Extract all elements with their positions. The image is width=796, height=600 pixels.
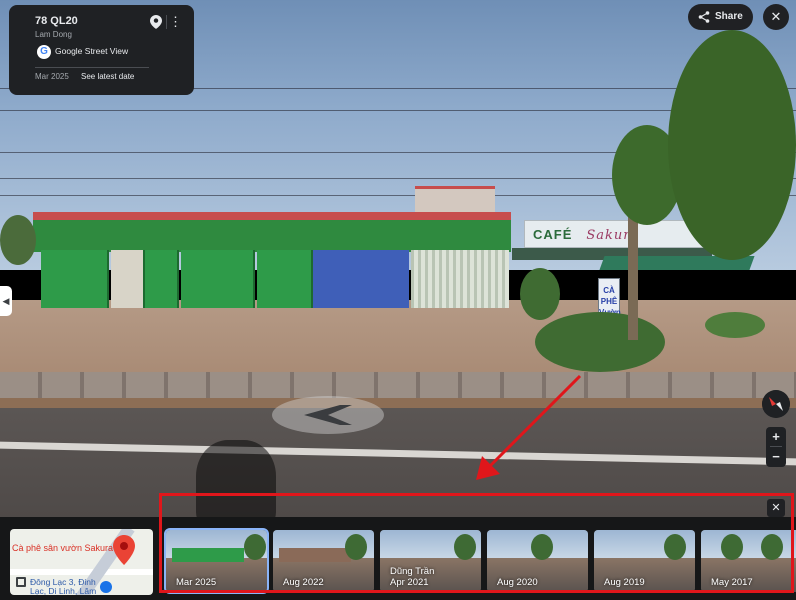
curb [0, 372, 796, 400]
annotation-arrow [476, 374, 582, 480]
tree-crown [0, 215, 36, 265]
minimap-address: Đông Lạc 3, Đinh Lạc, Di Linh, Lâm [30, 578, 97, 596]
shrub [520, 268, 560, 320]
warehouse-shutter [257, 250, 313, 308]
lock-icon [100, 581, 112, 593]
warehouse-shutter [41, 250, 109, 308]
expand-icon[interactable] [16, 577, 26, 587]
minimap-address-line2: Lạc, Di Linh, Lâm [30, 586, 97, 596]
divider [166, 15, 167, 29]
zoom-controls: + − [766, 427, 786, 467]
pin-icon[interactable] [150, 15, 162, 29]
divider [35, 67, 149, 68]
expand-panel-tab[interactable]: ◀ [0, 286, 12, 316]
warehouse-blue-shutter [313, 250, 409, 308]
warehouse-open-door [111, 250, 145, 308]
zoom-out-button[interactable]: − [766, 447, 786, 466]
cafe-sign-text: CAFÉ [533, 227, 573, 242]
provider-label: Google Street View [55, 46, 129, 56]
location-title: 78 QL20 [35, 15, 78, 27]
annotation-highlight-box [159, 493, 794, 593]
location-info-card: 78 QL20 Lam Dong ⋮ G Google Street View … [9, 5, 194, 95]
warehouse-shutter [181, 250, 255, 308]
more-vert-icon[interactable]: ⋮ [169, 14, 182, 30]
warehouse-upper-wall [33, 220, 511, 252]
minimap[interactable]: Cà phê sân vườn Sakura Đông Lạc 3, Đinh … [10, 529, 153, 595]
warehouse-shutter [145, 250, 179, 308]
google-logo-icon: G [37, 45, 51, 59]
share-icon [698, 11, 710, 23]
green-warehouse [33, 212, 511, 312]
see-latest-date-link[interactable]: See latest date [81, 72, 134, 81]
tree-crown [668, 30, 796, 260]
map-pin-icon [113, 535, 135, 565]
minimap-road [10, 569, 153, 575]
location-subtitle: Lam Dong [35, 30, 72, 39]
compass-icon[interactable] [762, 390, 790, 418]
minimap-place-name: Cà phê sân vườn Sakura [12, 543, 113, 553]
hedge [535, 312, 665, 372]
rooftop-structure [415, 186, 495, 214]
flower-bed [705, 312, 765, 338]
zoom-in-button[interactable]: + [766, 427, 786, 446]
share-label: Share [715, 11, 743, 22]
close-icon[interactable]: ✕ [763, 4, 789, 30]
share-button[interactable]: Share [688, 4, 753, 30]
capture-date: Mar 2025 [35, 72, 69, 81]
navigation-arrow-icon[interactable] [300, 401, 356, 429]
warehouse-gate [411, 250, 509, 308]
